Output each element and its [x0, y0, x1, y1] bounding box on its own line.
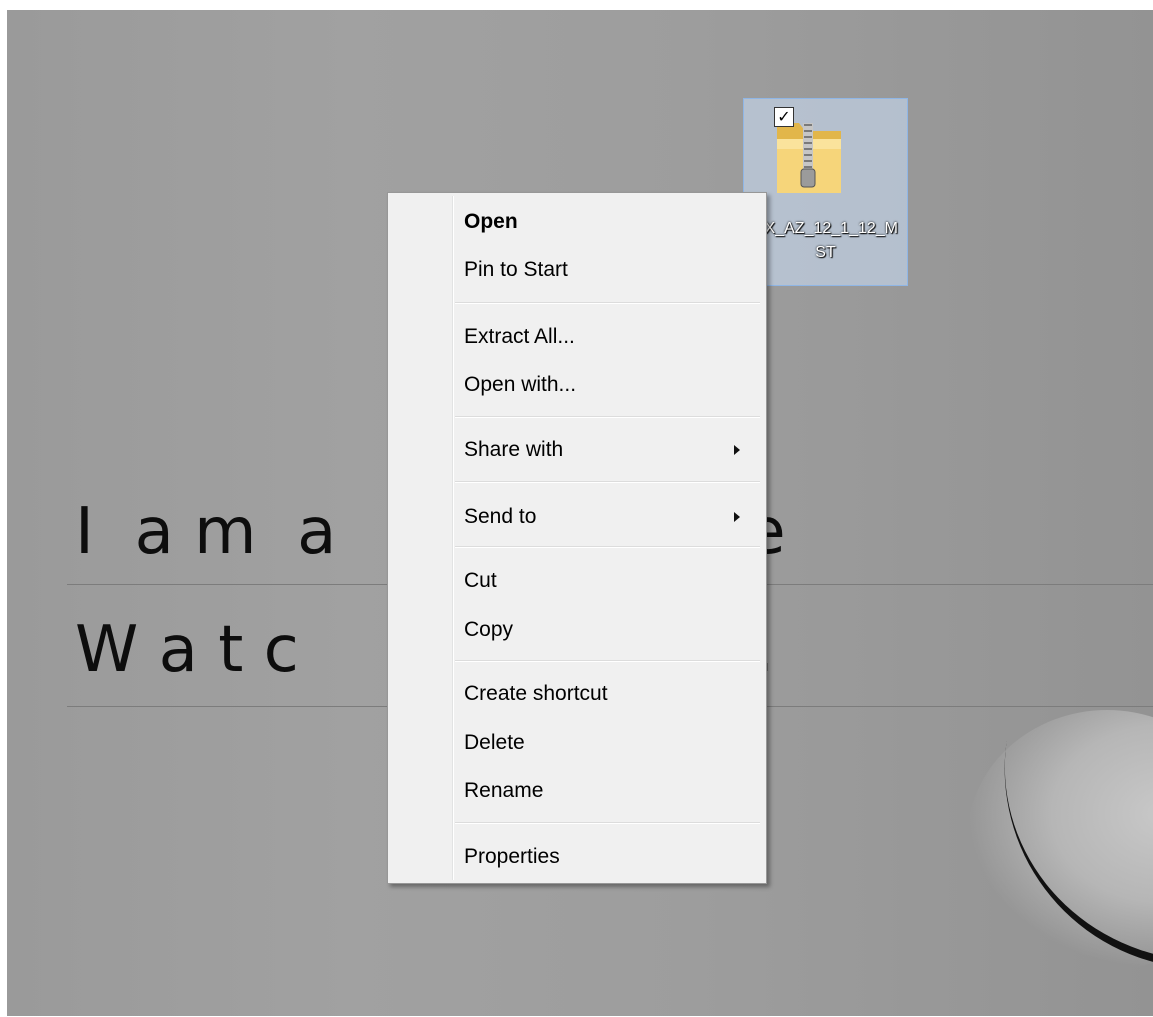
menu-item-share-with[interactable]: Share with: [390, 428, 764, 472]
selection-checkbox[interactable]: ✓: [774, 107, 794, 127]
context-menu: Open Pin to Start Extract All... Open wi…: [387, 192, 767, 884]
menu-item-pin-to-start[interactable]: Pin to Start: [390, 248, 764, 292]
menu-item-cut[interactable]: Cut: [390, 559, 764, 603]
file-name-label: HX_AZ_12_1_12_MST: [753, 220, 898, 261]
menu-item-delete[interactable]: Delete: [390, 721, 764, 765]
menu-item-label: Send to: [464, 505, 537, 528]
submenu-arrow-icon: [734, 445, 740, 455]
menu-item-label: Copy: [464, 618, 514, 641]
menu-item-copy[interactable]: Copy: [390, 608, 764, 652]
menu-item-open[interactable]: Open: [390, 200, 764, 244]
menu-item-rename[interactable]: Rename: [390, 769, 764, 813]
menu-item-label: Properties: [464, 845, 560, 868]
menu-separator: [455, 822, 760, 824]
menu-item-label: Extract All...: [464, 325, 575, 348]
menu-separator: [455, 660, 760, 662]
menu-item-label: Rename: [464, 779, 544, 802]
menu-item-label: Open with...: [464, 373, 577, 396]
menu-item-label: Pin to Start: [464, 258, 568, 281]
menu-item-label: Cut: [464, 569, 497, 592]
menu-item-open-with[interactable]: Open with...: [390, 363, 764, 407]
menu-separator: [455, 546, 760, 548]
menu-item-label: Share with: [464, 438, 564, 461]
menu-separator: [455, 481, 760, 483]
menu-item-send-to[interactable]: Send to: [390, 495, 764, 539]
menu-item-label: Open: [464, 210, 518, 233]
menu-separator: [455, 416, 760, 418]
menu-item-label: Create shortcut: [464, 682, 608, 705]
desktop-file-icon[interactable]: ✓ HX_AZ_12_1_12_MST: [743, 98, 908, 286]
menu-item-extract-all[interactable]: Extract All...: [390, 315, 764, 359]
menu-item-properties[interactable]: Properties: [390, 835, 764, 879]
submenu-arrow-icon: [734, 512, 740, 522]
menu-item-label: Delete: [464, 731, 525, 754]
menu-separator: [455, 302, 760, 304]
menu-item-create-shortcut[interactable]: Create shortcut: [390, 672, 764, 716]
